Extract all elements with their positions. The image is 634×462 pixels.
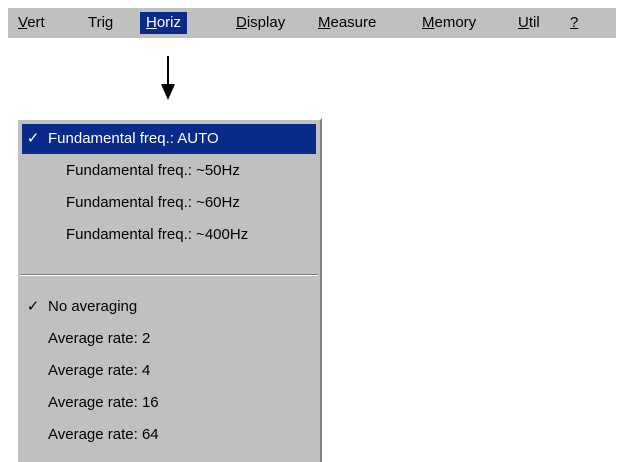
option-average-rate-2[interactable]: Average rate: 2 [22,324,316,354]
checkmark-icon: ✓ [26,298,40,315]
menu-util[interactable]: Util [512,12,546,34]
menu-horiz[interactable]: Horiz [140,12,188,34]
menu-bar: Vert Trig Horiz Display Measure Memory U… [8,8,616,38]
option-average-rate-4[interactable]: Average rate: 4 [22,356,316,386]
option-label: Average rate: 16 [48,394,159,411]
option-label: No averaging [48,298,138,315]
menu-help[interactable]: ? [564,12,584,34]
option-label: Fundamental freq.: ~400Hz [66,226,249,243]
option-fundamental-50hz[interactable]: Fundamental freq.: ~50Hz [22,156,316,186]
menu-separator [20,274,318,276]
menu-memory[interactable]: Memory [416,12,482,34]
option-label: Average rate: 2 [48,330,151,347]
option-label: Fundamental freq.: ~60Hz [66,194,240,211]
option-label: Fundamental freq.: ~50Hz [66,162,240,179]
pointer-arrow-shaft [167,56,169,86]
option-average-rate-64[interactable]: Average rate: 64 [22,420,316,450]
option-label: Average rate: 64 [48,426,159,443]
checkmark-icon: ✓ [26,130,40,147]
option-no-averaging[interactable]: ✓ No averaging [22,292,316,322]
menu-display[interactable]: Display [230,12,291,34]
option-label: Average rate: 4 [48,362,151,379]
option-fundamental-400hz[interactable]: Fundamental freq.: ~400Hz [22,220,316,250]
menu-trig[interactable]: Trig [82,12,119,34]
horiz-dropdown-menu: ✓ Fundamental freq.: AUTO Fundamental fr… [16,118,322,462]
option-label: Fundamental freq.: AUTO [48,130,219,147]
option-fundamental-auto[interactable]: ✓ Fundamental freq.: AUTO [22,124,316,154]
option-average-rate-16[interactable]: Average rate: 16 [22,388,316,418]
menu-measure[interactable]: Measure [312,12,382,34]
option-fundamental-60hz[interactable]: Fundamental freq.: ~60Hz [22,188,316,218]
arrow-down-icon [161,84,175,100]
menu-vert[interactable]: Vert [12,12,51,34]
